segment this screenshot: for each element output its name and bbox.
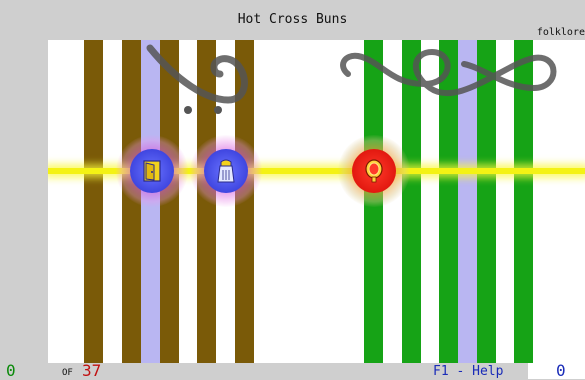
of-label: OF	[62, 368, 73, 378]
door-icon	[143, 160, 161, 182]
treble-clef-icon	[340, 48, 557, 97]
bass-clef-icon	[146, 44, 248, 114]
song-title: Hot Cross Buns	[237, 12, 348, 27]
staff-lane	[84, 40, 103, 363]
mirror-icon	[365, 159, 383, 183]
note-orb	[116, 135, 188, 207]
genre-label: folklore	[536, 27, 585, 38]
staff-playfield	[48, 40, 585, 363]
total-notes: 37	[82, 361, 102, 380]
status-bar: 0 OF 37 F1 - Help 0	[0, 363, 585, 379]
help-hint[interactable]: F1 - Help	[433, 364, 503, 379]
game-screen: Hot Cross Buns folklore 0 OF 37 F1 - Hel…	[0, 0, 585, 379]
correct-count: 0	[6, 361, 16, 380]
score-value: 0	[556, 361, 566, 380]
note-orb	[190, 135, 262, 207]
note-orb	[338, 135, 410, 207]
score-box: 0	[528, 363, 585, 379]
salt-shaker-icon	[217, 159, 235, 183]
